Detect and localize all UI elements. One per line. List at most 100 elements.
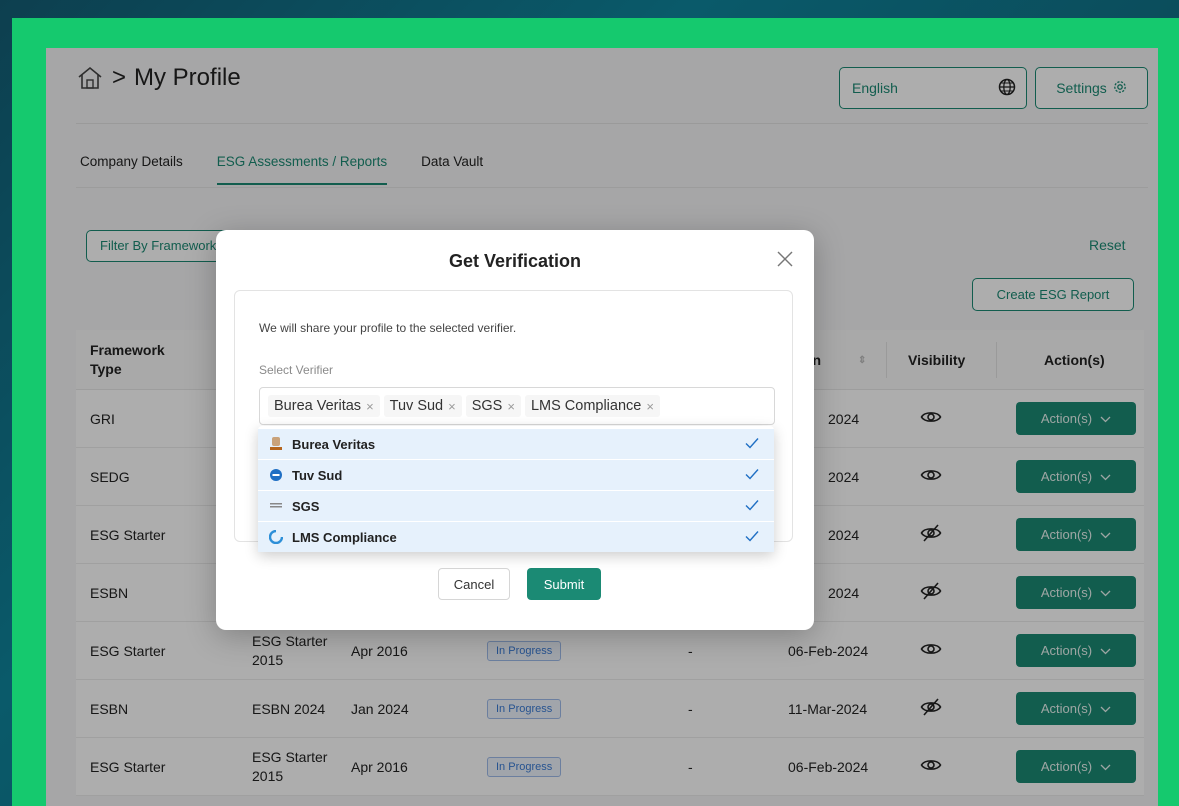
submit-button[interactable]: Submit <box>527 568 601 600</box>
verifier-multi-select[interactable]: Burea Veritas × Tuv Sud × SGS × LMS Complia… <box>259 387 775 425</box>
status-badge: In Progress <box>487 757 562 777</box>
chip-label: LMS Compliance <box>530 398 642 414</box>
eye-icon[interactable] <box>920 754 942 781</box>
sgs-logo-icon <box>268 498 284 514</box>
chip-label: Tuv Sud <box>389 398 444 414</box>
option-tuv-sud[interactable]: Tuv Sud <box>258 460 774 490</box>
chip-label: Burea Veritas <box>274 398 362 414</box>
cancel-button[interactable]: Cancel <box>438 568 510 600</box>
action-dropdown-button[interactable]: Action(s) <box>1016 692 1136 725</box>
select-verifier-label: Select Verifier <box>259 363 334 377</box>
cell-framework-type: SEDG <box>90 469 130 485</box>
action-label: Action(s) <box>1040 701 1093 716</box>
cell-dash: - <box>688 643 693 659</box>
create-esg-report-button[interactable]: Create ESG Report <box>972 278 1134 311</box>
cell-date: 06-Feb-2024 <box>788 759 869 775</box>
tabs-divider <box>76 187 1148 188</box>
remove-chip-icon[interactable]: × <box>646 399 654 414</box>
header-divider <box>76 123 1148 124</box>
share-text: We will share your profile to the select… <box>259 321 517 335</box>
remove-chip-icon[interactable]: × <box>366 399 374 414</box>
action-dropdown-button[interactable]: Action(s) <box>1016 750 1136 783</box>
option-burea-veritas[interactable]: Burea Veritas <box>258 429 774 459</box>
globe-icon <box>998 78 1016 99</box>
action-dropdown-button[interactable]: Action(s) <box>1016 518 1136 551</box>
check-icon <box>744 497 760 516</box>
breadcrumb: > My Profile <box>76 58 241 98</box>
remove-chip-icon[interactable]: × <box>507 399 515 414</box>
chevron-down-icon <box>1100 701 1111 716</box>
eye-icon[interactable] <box>920 638 942 665</box>
cell-report-name: ESG Starter 2015 <box>252 749 328 784</box>
verification-modal: Get Verification We will share your prof… <box>216 230 814 630</box>
cell-framework-type: ESG Starter <box>90 527 166 543</box>
settings-label: Settings <box>1056 80 1107 96</box>
cell-period: Jan 2024 <box>351 701 409 717</box>
eye-icon[interactable] <box>920 406 942 433</box>
gear-icon <box>1113 80 1127 97</box>
option-lms-compliance[interactable]: LMS Compliance <box>258 522 774 552</box>
page-title: My Profile <box>134 64 241 91</box>
tab-company-details[interactable]: Company Details <box>80 154 183 185</box>
chip-label: SGS <box>471 398 503 414</box>
sort-icon[interactable]: ⇕ <box>858 330 866 390</box>
cell-date: 11-Mar-2024 <box>788 701 868 717</box>
th-visibility: Visibility <box>908 352 966 368</box>
cell-period: Apr 2016 <box>351 759 408 775</box>
cell-report-name: ESBN 2024 <box>252 700 326 717</box>
cell-date: 06-Feb-2024 <box>788 643 869 659</box>
th-actions: Action(s) <box>1044 352 1105 368</box>
cell-framework-type: ESBN <box>90 585 129 601</box>
table-row: ESG Starter ESG Starter 2015 Apr 2016 In Pr… <box>76 738 1144 796</box>
language-select[interactable]: English <box>839 67 1027 109</box>
close-icon[interactable] <box>775 249 795 269</box>
home-icon[interactable] <box>76 64 104 92</box>
verifier-dropdown: Burea Veritas Tuv Sud SGS LMS Compliance <box>258 426 774 552</box>
eye-off-icon[interactable] <box>920 522 942 549</box>
cell-report-name: ESG Starter 2015 <box>252 633 328 668</box>
chevron-down-icon <box>1100 643 1111 658</box>
check-icon <box>744 466 760 485</box>
option-label: LMS Compliance <box>292 529 397 545</box>
chevron-down-icon <box>1100 411 1111 426</box>
cell-dash: - <box>688 759 693 775</box>
tab-esg-assessments[interactable]: ESG Assessments / Reports <box>216 154 388 185</box>
reset-link[interactable]: Reset <box>1089 237 1126 253</box>
chip-lms-compliance: LMS Compliance × <box>524 395 660 417</box>
th-framework-type: Framework Type <box>90 342 165 377</box>
table-row: ESBN ESBN 2024 Jan 2024 In Progress - 11-Mar-… <box>76 680 1144 738</box>
modal-title: Get Verification <box>448 251 582 271</box>
tab-bar: Company Details ESG Assessments / Report… <box>80 154 483 185</box>
action-label: Action(s) <box>1040 469 1093 484</box>
check-icon <box>744 435 760 454</box>
chip-sgs: SGS × <box>465 395 521 417</box>
action-dropdown-button[interactable]: Action(s) <box>1016 576 1136 609</box>
cell-framework-type: ESG Starter <box>90 759 166 775</box>
option-sgs[interactable]: SGS <box>258 491 774 521</box>
action-dropdown-button[interactable]: Action(s) <box>1016 460 1136 493</box>
eye-icon[interactable] <box>920 464 942 491</box>
chip-burea-veritas: Burea Veritas × <box>268 395 380 417</box>
status-badge: In Progress <box>487 699 562 719</box>
option-label: Tuv Sud <box>292 467 343 483</box>
cell-framework-type: ESBN <box>90 701 129 717</box>
action-label: Action(s) <box>1040 585 1093 600</box>
burea-veritas-logo-icon <box>268 436 284 452</box>
chip-tuv-sud: Tuv Sud × <box>383 395 462 417</box>
header-separator <box>996 342 997 378</box>
cell-dash: - <box>688 701 693 717</box>
action-dropdown-button[interactable]: Action(s) <box>1016 402 1136 435</box>
eye-off-icon[interactable] <box>920 696 942 723</box>
settings-button[interactable]: Settings <box>1035 67 1148 109</box>
chevron-down-icon <box>1100 585 1111 600</box>
tuv-sud-logo-icon <box>268 467 284 483</box>
tab-data-vault[interactable]: Data Vault <box>421 154 483 185</box>
remove-chip-icon[interactable]: × <box>448 399 456 414</box>
cell-framework-type: GRI <box>90 411 115 427</box>
status-badge: In Progress <box>487 641 562 661</box>
action-dropdown-button[interactable]: Action(s) <box>1016 634 1136 667</box>
eye-off-icon[interactable] <box>920 580 942 607</box>
cell-date: 2024 <box>828 585 860 601</box>
chevron-down-icon <box>1100 469 1111 484</box>
option-label: Burea Veritas <box>292 436 376 452</box>
